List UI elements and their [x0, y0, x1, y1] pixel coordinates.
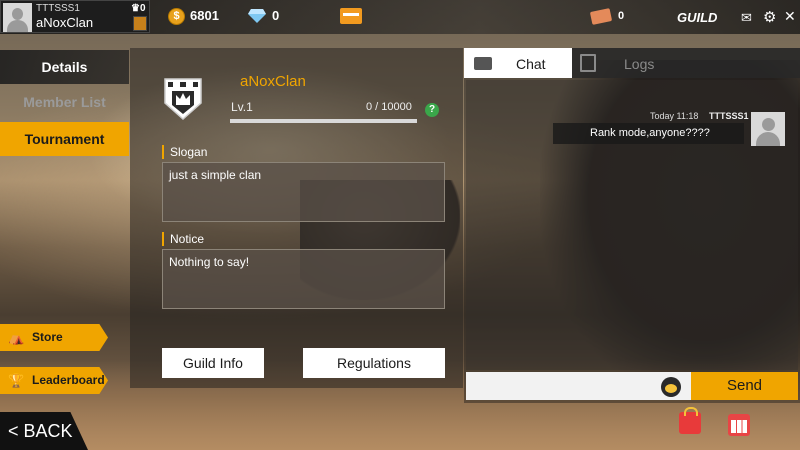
store-icon: ⛺	[8, 330, 25, 345]
leaderboard-label: Leaderboard	[32, 373, 105, 387]
slogan-label: Slogan	[162, 145, 207, 159]
tab-logs[interactable]: Logs	[624, 56, 654, 72]
store-label: Store	[32, 330, 63, 344]
ticket-count: 0	[618, 10, 625, 22]
emblem-icon	[164, 78, 202, 121]
logs-icon[interactable]	[580, 54, 596, 72]
slogan-field[interactable]: just a simple clan	[162, 162, 445, 222]
send-button[interactable]: Send	[691, 372, 798, 400]
diamond-count: 0	[272, 8, 280, 23]
leaderboard-icon: 🏆	[8, 373, 25, 388]
message-bubble: Rank mode,anyone????	[553, 123, 744, 144]
tab-chat-label: Chat	[516, 56, 546, 72]
shop-bag-icon[interactable]	[679, 407, 701, 434]
rank-badge-icon	[133, 16, 147, 31]
help-icon[interactable]: ?	[425, 103, 439, 117]
calendar-icon[interactable]	[728, 414, 750, 436]
coin-count: 6801	[190, 8, 219, 23]
card-icon[interactable]	[340, 8, 362, 24]
emoji-icon[interactable]	[661, 377, 681, 397]
chat-input[interactable]	[466, 372, 691, 400]
trophy-icon: ♛	[131, 3, 140, 14]
page-title: GUILD	[677, 10, 718, 25]
guild-info-button[interactable]: Guild Info	[162, 348, 264, 378]
tab-member-list[interactable]: Member List	[0, 85, 129, 119]
back-label: BACK	[23, 421, 73, 441]
chat-icon	[474, 57, 492, 70]
player-name: TTTSSS1	[36, 3, 80, 14]
regulations-button[interactable]: Regulations	[303, 348, 445, 378]
chevron-left-icon: <	[8, 421, 19, 441]
tab-details[interactable]: Details	[0, 50, 129, 84]
notice-field[interactable]: Nothing to say!	[162, 249, 445, 309]
xp-progress-bar	[230, 119, 417, 123]
player-clan: aNoxClan	[36, 15, 94, 30]
tab-tournament[interactable]: Tournament	[0, 122, 129, 156]
message-time: Today 11:18	[650, 111, 699, 121]
guild-level: Lv.1	[231, 100, 253, 114]
notice-label: Notice	[162, 232, 204, 246]
mail-icon[interactable]: ✉	[741, 10, 752, 26]
guild-xp: 0 / 10000	[366, 101, 412, 113]
store-button[interactable]: ⛺ Store	[0, 324, 108, 351]
message-avatar[interactable]	[751, 112, 785, 146]
trophy-count: ♛0	[131, 3, 146, 14]
leaderboard-button[interactable]: 🏆 Leaderboard	[0, 367, 108, 394]
gear-icon[interactable]: ⚙	[763, 8, 776, 26]
coin-icon: $	[168, 8, 185, 25]
avatar	[3, 3, 32, 32]
message-sender: TTTSSS1	[709, 111, 749, 121]
close-icon[interactable]: ✕	[784, 8, 796, 25]
guild-name: aNoxClan	[240, 73, 306, 90]
diamond-icon	[248, 9, 266, 23]
player-profile[interactable]: TTTSSS1 aNoxClan ♛0	[0, 0, 150, 33]
trophy-count-value: 0	[139, 3, 146, 14]
